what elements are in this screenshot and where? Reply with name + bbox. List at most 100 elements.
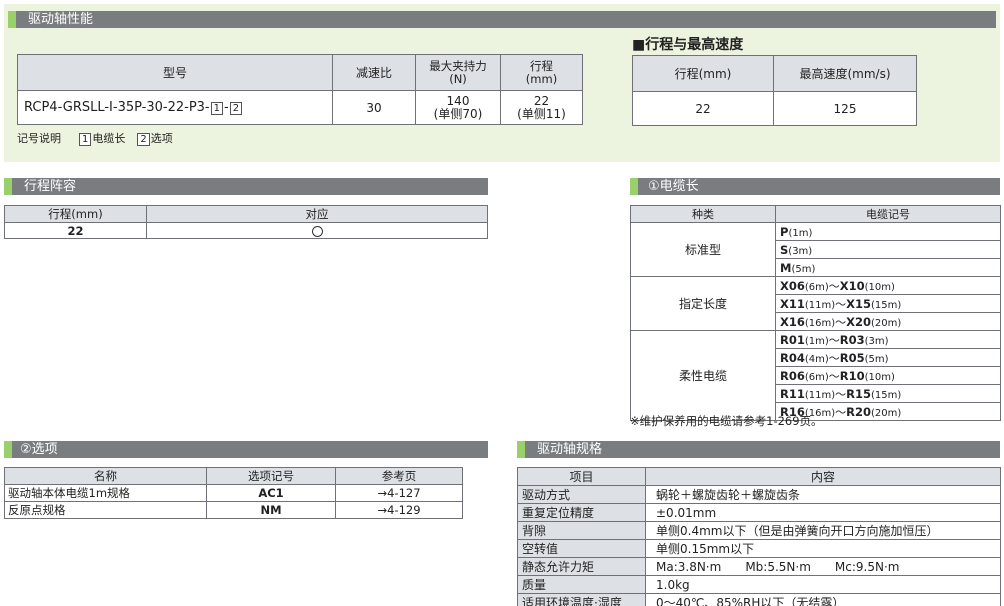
legend-label: 记号说明 (17, 132, 61, 145)
cable-code-symbol: R04 (780, 350, 805, 365)
model-cell: RCP4-GRSLL-I-35P-30-22-P3- 1-2 (17, 90, 333, 125)
table-row: 适用环境温度·湿度 0～40℃、85%RH以下（无结露） (517, 593, 1001, 606)
cable-note: ※维护保养用的电缆请参考1-269页。 (630, 414, 823, 428)
cable-code-length: (20m) (871, 317, 902, 329)
spec-item: 静态允许力矩 (517, 557, 646, 576)
cable-code-symbol: R10 (839, 368, 865, 383)
drive-axis-table: 型号 减速比 最大夹持力 (N) 行程 (mm) RCP4-GRSLL-I-35… (17, 54, 583, 125)
stroke-list-header-support: 对应 (146, 205, 488, 223)
spec-value: 蜗轮＋螺旋齿轮＋螺旋齿条 (645, 485, 1001, 504)
force-main: 140 (446, 93, 470, 108)
cable-code-symbol: X15 (846, 296, 872, 311)
cable-code: P(1m) (775, 222, 1001, 241)
cable-code-symbol: X16 (780, 314, 805, 329)
legend-mark-2: 2 (137, 133, 150, 146)
cable-code: S(3m) (775, 240, 1001, 259)
ratio-cell: 30 (332, 90, 416, 125)
cable-code: R04(4m)～R05(5m) (775, 348, 1001, 367)
drive-axis-title: 驱动轴性能 (8, 11, 996, 28)
cable-code-range: ～ (835, 405, 847, 419)
spec-item: 重复定位精度 (517, 503, 646, 522)
cable-code-length: (15m) (871, 299, 902, 311)
cable-code-length: (20m) (871, 407, 902, 419)
spec-value: Ma:3.8N·m Mb:5.5N·m Mc:9.5N·m (645, 557, 1001, 576)
cable-code-symbol: M (780, 260, 792, 275)
cable-code-range: ～ (828, 369, 840, 383)
legend-2: 选项 (150, 132, 173, 145)
cable-code-range: ～ (835, 315, 847, 329)
legend-mark-1: 1 (79, 133, 92, 146)
cable-code-length: (5m) (791, 263, 816, 275)
stroke-list-stroke: 22 (4, 222, 147, 239)
spec-value: 0～40℃、85%RH以下（无结露） (645, 593, 1001, 606)
speed-table: 行程(mm) 最高速度(mm/s) 22 125 (632, 55, 917, 126)
stroke-cell: 22 (单侧11) (500, 90, 583, 125)
cable-code-length: (5m) (864, 353, 889, 365)
cable-header-code: 电缆记号 (775, 205, 1001, 223)
options-table: 名称 选项记号 参考页 驱动轴本体电缆1m规格 AC1 →4-127 反原点规格 NM →… (4, 467, 463, 519)
table-row: 背隙 单侧0.4mm以下（但是由弹簧向开口方向施加恒压） (517, 521, 1001, 540)
options-header-name: 名称 (4, 467, 207, 485)
spec-value: 单侧0.15mm以下 (645, 539, 1001, 558)
option-page[interactable]: →4-129 (335, 501, 463, 519)
cable-code-symbol: X10 (839, 278, 865, 293)
legend: 记号说明 1 电缆长 2 选项 (17, 130, 173, 146)
speed-stroke: 22 (632, 91, 774, 126)
cable-code-range: ～ (828, 351, 840, 365)
option-name: 反原点规格 (4, 501, 207, 519)
header-model: 型号 (17, 54, 333, 91)
cable-code: R11(11m)～R15(15m) (775, 384, 1001, 403)
cable-kind: 柔性电缆 (630, 330, 776, 421)
spec-item: 适用环境温度·湿度 (517, 593, 646, 606)
cable-code-length: (1m) (804, 335, 829, 347)
cable-table: 种类 电缆记号 标准型 P(1m) S(3m) M(5m) 指定长度 X06(6m)～X1… (630, 205, 1001, 421)
speed-header-stroke: 行程(mm) (632, 55, 774, 92)
cable-header-kind: 种类 (630, 205, 776, 223)
cable-code-length: (4m) (804, 353, 829, 365)
cable-kind: 指定长度 (630, 276, 776, 331)
cable-code: X11(11m)～X15(15m) (775, 294, 1001, 313)
option-code: AC1 (206, 484, 336, 502)
header-stroke: 行程 (mm) (500, 54, 583, 91)
cable-code-symbol: R15 (846, 386, 871, 401)
cable-code: R06(6m)～R10(10m) (775, 366, 1001, 385)
header-ratio: 减速比 (332, 54, 416, 91)
cable-code-length: (10m) (864, 281, 895, 293)
spec-item: 空转值 (517, 539, 646, 558)
model-mark-1: 1 (210, 102, 223, 115)
cable-title: ①电缆长 (630, 178, 1000, 195)
force-sub: (单侧70) (433, 106, 483, 121)
option-code: NM (206, 501, 336, 519)
model-prefix: RCP4-GRSLL-I-35P-30-22-P3- (24, 100, 210, 115)
options-header-page: 参考页 (335, 467, 463, 485)
cable-code: X06(6m)～X10(10m) (775, 276, 1001, 295)
cable-code-length: (15m) (871, 389, 902, 401)
stroke-list-header-stroke: 行程(mm) (4, 205, 147, 223)
cable-code-range: ～ (828, 333, 840, 347)
model-mark-2: 2 (229, 102, 243, 115)
cable-code: R01(1m)～R03(3m) (775, 330, 1001, 349)
cable-code-symbol: R20 (846, 404, 871, 419)
stroke-list-table: 行程(mm) 对应 22 (4, 205, 488, 239)
cable-code-symbol: R06 (780, 368, 805, 383)
cable-code-symbol: R01 (780, 332, 805, 347)
table-row: 驱动方式 蜗轮＋螺旋齿轮＋螺旋齿条 (517, 485, 1001, 504)
spec-header-item: 项目 (517, 467, 646, 486)
cable-code-length: (6m) (804, 281, 829, 293)
table-row: 反原点规格 NM →4-129 (4, 501, 463, 519)
spec-title: 驱动轴规格 (517, 441, 1000, 458)
option-page[interactable]: →4-127 (335, 484, 463, 502)
cable-code-symbol: R11 (780, 386, 805, 401)
cable-code: M(5m) (775, 258, 1001, 277)
speed-header-max: 最高速度(mm/s) (773, 55, 917, 92)
circle-icon (311, 225, 323, 237)
cable-code-range: ～ (828, 279, 840, 293)
cable-code: X16(16m)～X20(20m) (775, 312, 1001, 331)
spec-value: 单侧0.4mm以下（但是由弹簧向开口方向施加恒压） (645, 521, 1001, 540)
spec-value: 1.0kg (645, 575, 1001, 594)
option-name: 驱动轴本体电缆1m规格 (4, 484, 207, 502)
stroke-list-support (146, 222, 488, 239)
table-row: 静态允许力矩 Ma:3.8N·m Mb:5.5N·m Mc:9.5N·m (517, 557, 1001, 576)
options-title: ②选项 (4, 441, 488, 458)
table-row: 驱动轴本体电缆1m规格 AC1 →4-127 (4, 484, 463, 502)
